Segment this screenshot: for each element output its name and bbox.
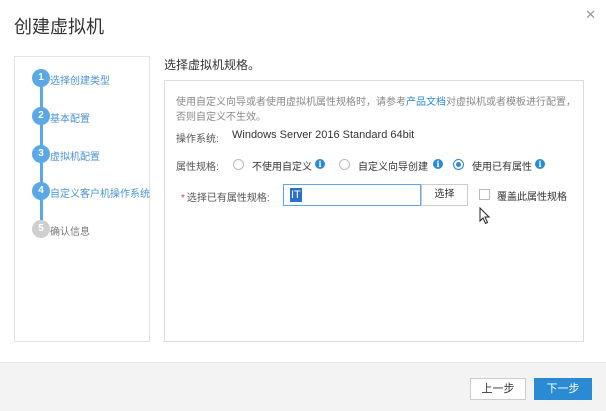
step-5-label: 确认信息	[50, 227, 90, 238]
existing-spec-label-text: 选择已有属性规格:	[186, 193, 270, 204]
existing-spec-label: * 选择已有属性规格:	[181, 189, 270, 204]
step-3-label: 虚拟机配置	[50, 152, 100, 163]
hint-text-before: 使用自定义向导或者使用虚拟机属性规格时，请参考	[176, 97, 406, 108]
os-value: Windows Server 2016 Standard 64bit	[232, 129, 415, 141]
step-5: 5 确认信息	[15, 220, 149, 242]
info-icon[interactable]: i	[433, 159, 443, 169]
required-mark: *	[181, 193, 185, 204]
radio-custom-wizard-circle[interactable]	[339, 159, 350, 170]
step-1-label: 选择创建类型	[50, 76, 110, 87]
step-2-label: 基本配置	[50, 114, 90, 125]
step-1-number: 1	[32, 69, 50, 87]
step-1[interactable]: 1 选择创建类型	[15, 69, 149, 91]
mouse-cursor-icon	[479, 207, 491, 225]
existing-spec-input-value: IT	[290, 188, 302, 202]
existing-spec-input[interactable]: IT	[283, 184, 421, 206]
step-4-label: 自定义客户机操作系统	[50, 189, 150, 200]
step-2[interactable]: 2 基本配置	[15, 107, 149, 129]
radio-custom-wizard[interactable]: 自定义向导创建 i	[339, 158, 451, 173]
previous-step-button[interactable]: 上一步	[470, 378, 526, 400]
radio-custom-wizard-label: 自定义向导创建	[358, 162, 428, 173]
radio-use-existing-circle[interactable]	[453, 159, 464, 170]
override-spec-checkbox-label: 覆盖此属性规格	[497, 192, 567, 203]
radio-use-existing-label: 使用已有属性	[472, 162, 532, 173]
radio-no-custom-label: 不使用自定义	[252, 162, 312, 173]
dialog-footer: 上一步 下一步	[0, 362, 606, 411]
step-4-number: 4	[32, 182, 50, 200]
step-3-number: 3	[32, 145, 50, 163]
hint-text: 使用自定义向导或者使用虚拟机属性规格时，请参考产品文档对虚拟机或者模板进行配置，…	[176, 95, 576, 125]
radio-no-custom[interactable]: 不使用自定义 i	[233, 158, 333, 173]
radio-no-custom-circle[interactable]	[233, 159, 244, 170]
close-icon[interactable]: ✕	[585, 8, 596, 21]
select-spec-button[interactable]: 选择	[421, 184, 468, 206]
next-step-button[interactable]: 下一步	[534, 378, 592, 400]
product-docs-link[interactable]: 产品文档	[406, 97, 446, 108]
step-4[interactable]: 4 自定义客户机操作系统	[15, 182, 150, 204]
info-icon[interactable]: i	[315, 159, 325, 169]
step-2-number: 2	[32, 107, 50, 125]
spec-label: 属性规格:	[176, 162, 219, 173]
steps-sidebar: 1 选择创建类型 2 基本配置 3 虚拟机配置 4 自定义客户机操作系统 5 确…	[14, 56, 150, 342]
spec-settings-panel: 使用自定义向导或者使用虚拟机属性规格时，请参考产品文档对虚拟机或者模板进行配置，…	[164, 80, 584, 342]
radio-use-existing[interactable]: 使用已有属性 i	[453, 158, 553, 173]
dialog-title: 创建虚拟机	[14, 17, 104, 37]
content-title: 选择虚拟机规格。	[164, 58, 261, 72]
step-3[interactable]: 3 虚拟机配置	[15, 145, 149, 167]
info-icon[interactable]: i	[535, 159, 545, 169]
override-spec-checkbox[interactable]	[479, 189, 490, 200]
os-label: 操作系统:	[176, 134, 219, 145]
step-5-number: 5	[32, 220, 50, 238]
